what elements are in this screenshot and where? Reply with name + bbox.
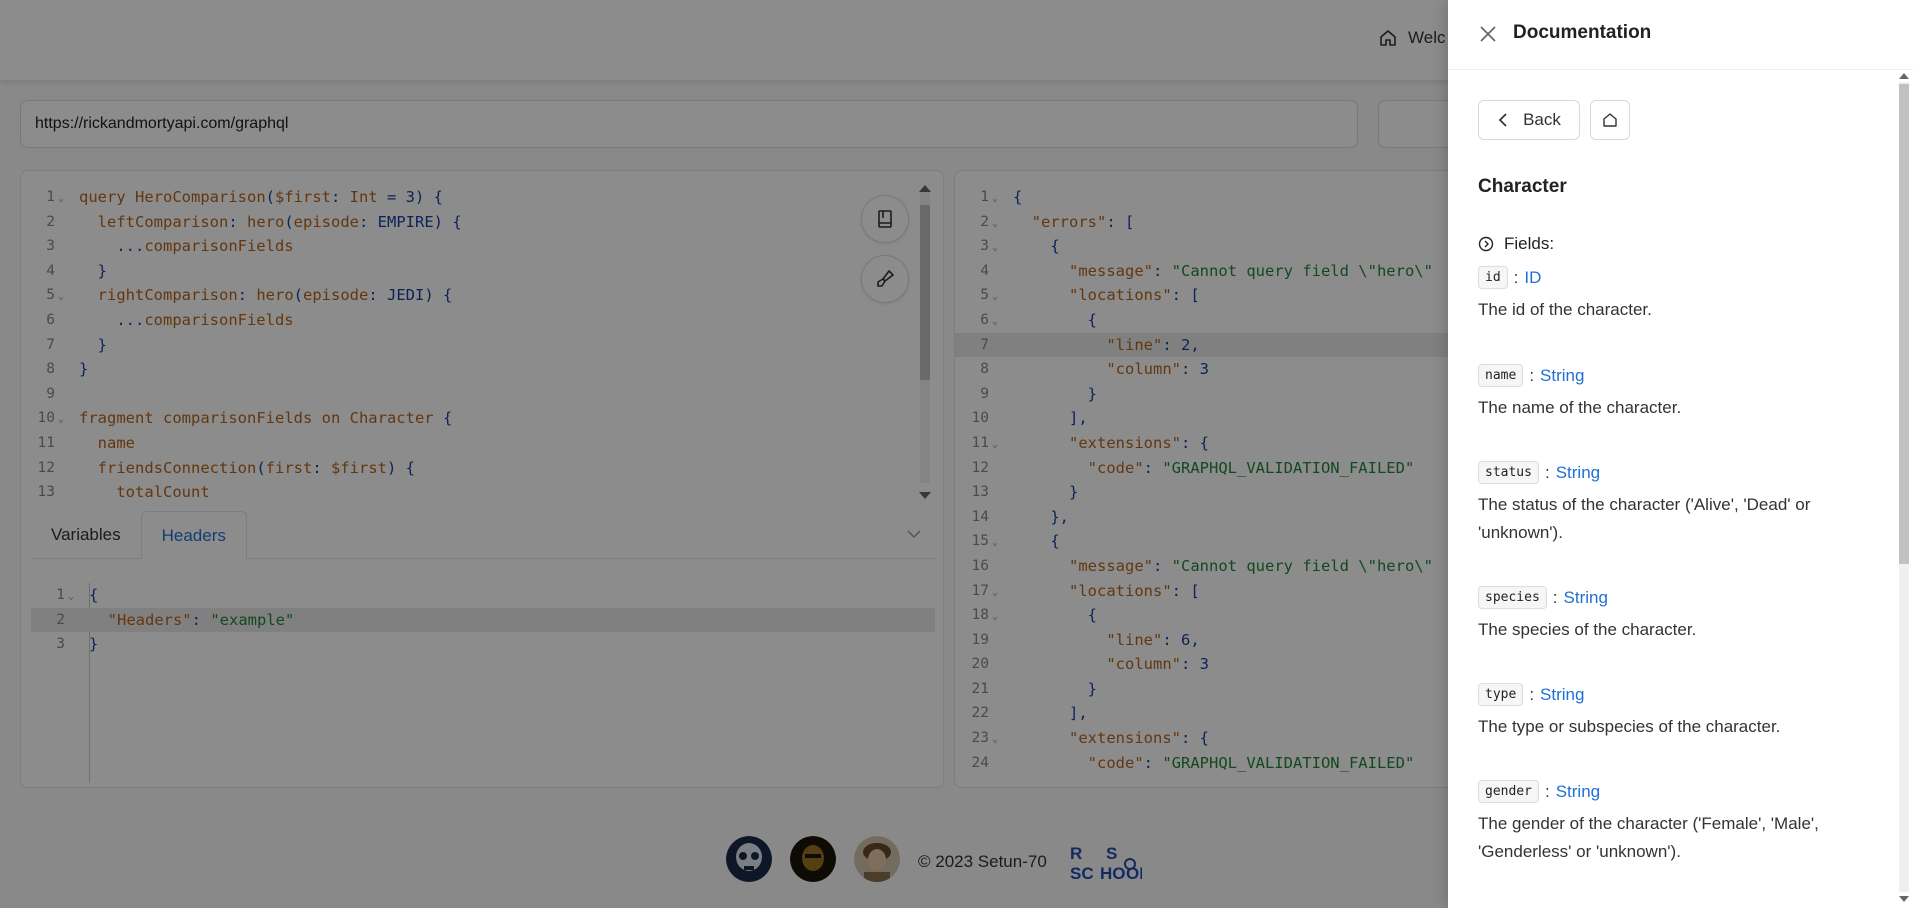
type-name: Character: [1478, 176, 1567, 197]
back-label: Back: [1523, 110, 1561, 129]
doc-field-signature: status: String: [1478, 461, 1878, 484]
back-button[interactable]: Back: [1478, 100, 1580, 140]
drawer-body: Back Character Fields: id: ID The id of th…: [1448, 70, 1893, 908]
doc-field-type-link[interactable]: String: [1556, 463, 1600, 483]
doc-field-description: The type or subspecies of the character.: [1478, 717, 1781, 736]
documentation-drawer: Documentation Back Character Fields: id:…: [1448, 0, 1913, 908]
fields-label: Fields:: [1504, 234, 1555, 253]
doc-field-item: id: ID The id of the character.: [1478, 266, 1878, 324]
home-icon: [1603, 113, 1617, 127]
doc-field-signature: gender: String: [1478, 780, 1878, 803]
doc-field-item: species: String The species of the charact…: [1478, 586, 1878, 644]
chevron-left-icon: [1498, 113, 1507, 127]
doc-field-item: name: String The name of the character.: [1478, 364, 1878, 422]
docs-home-button[interactable]: [1590, 100, 1630, 140]
doc-field-type-link[interactable]: String: [1556, 782, 1600, 802]
drawer-title: Documentation: [1513, 22, 1652, 43]
drawer-scrollbar[interactable]: [1895, 70, 1913, 908]
doc-field-description: The gender of the character ('Female', '…: [1478, 814, 1819, 861]
doc-field-colon: :: [1529, 684, 1535, 704]
doc-field-description: The species of the character.: [1478, 620, 1697, 639]
doc-field-colon: :: [1513, 267, 1519, 287]
scrollbar-thumb[interactable]: [1899, 84, 1909, 564]
doc-field-signature: species: String: [1478, 586, 1878, 609]
doc-field-colon: :: [1529, 365, 1535, 385]
doc-field-name: gender: [1478, 780, 1539, 803]
doc-field-description: The status of the character ('Alive', 'D…: [1478, 495, 1811, 542]
doc-field-signature: name: String: [1478, 364, 1878, 387]
fields-heading: Fields:: [1478, 234, 1554, 254]
doc-field-colon: :: [1552, 587, 1558, 607]
doc-field-colon: :: [1544, 781, 1550, 801]
doc-field-signature: id: ID: [1478, 266, 1878, 289]
doc-field-colon: :: [1544, 462, 1550, 482]
doc-field-type-link[interactable]: ID: [1524, 268, 1541, 288]
doc-field-description: The name of the character.: [1478, 398, 1682, 417]
doc-field-type-link[interactable]: String: [1540, 366, 1584, 386]
doc-field-item: status: String The status of the character…: [1478, 461, 1878, 547]
close-icon[interactable]: [1478, 24, 1498, 44]
scroll-down-arrow-icon[interactable]: [1899, 896, 1909, 902]
doc-field-name: species: [1478, 586, 1547, 609]
doc-field-name: type: [1478, 683, 1524, 706]
circle-chevron-right-icon: [1478, 236, 1494, 252]
doc-field-description: The id of the character.: [1478, 300, 1652, 319]
drawer-header: Documentation: [1448, 0, 1913, 70]
doc-field-item: type: String The type or subspecies of the…: [1478, 683, 1878, 741]
scroll-up-arrow-icon[interactable]: [1899, 73, 1909, 79]
doc-field-item: gender: String The gender of the character…: [1478, 780, 1878, 866]
doc-field-name: id: [1478, 266, 1508, 289]
doc-field-signature: type: String: [1478, 683, 1878, 706]
doc-field-type-link[interactable]: String: [1564, 588, 1608, 608]
doc-field-name: status: [1478, 461, 1539, 484]
doc-field-name: name: [1478, 364, 1524, 387]
doc-field-type-link[interactable]: String: [1540, 685, 1584, 705]
